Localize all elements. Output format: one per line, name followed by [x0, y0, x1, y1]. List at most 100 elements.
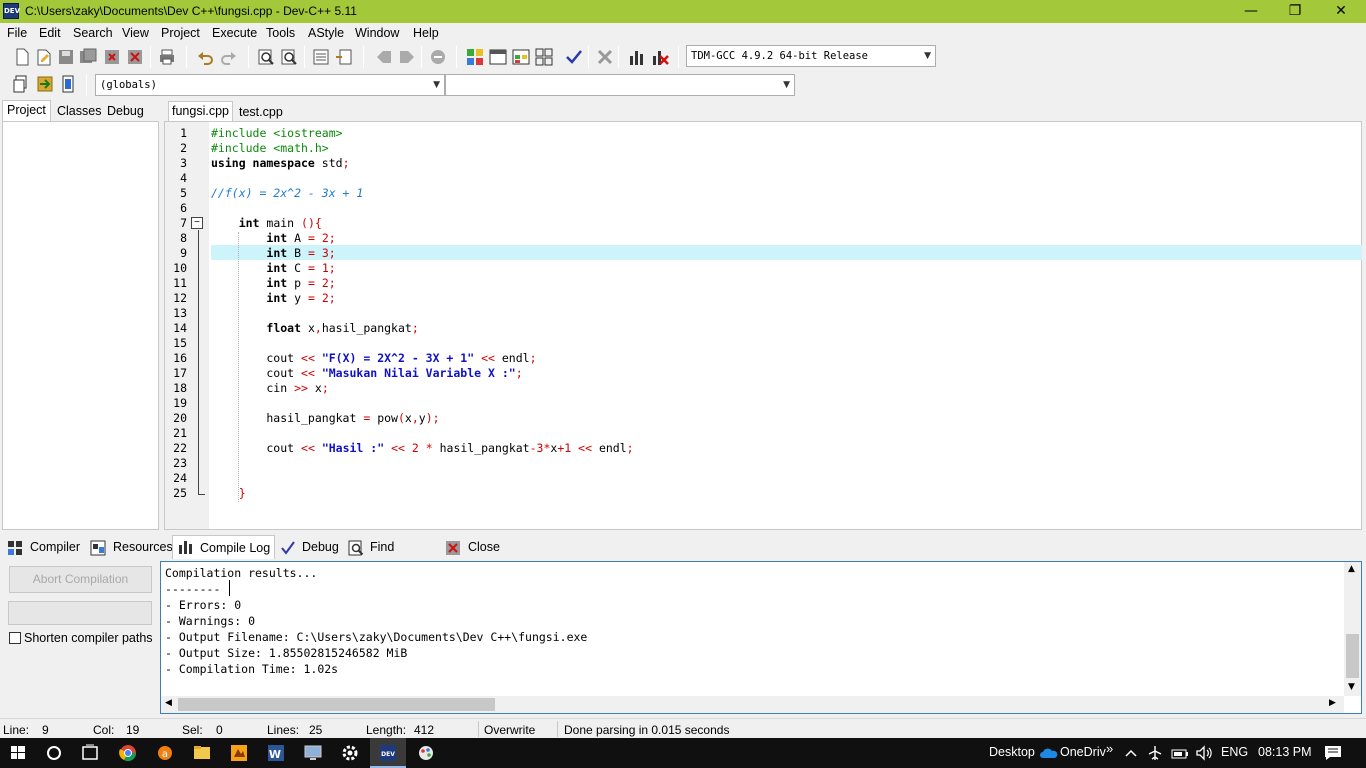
paint-icon[interactable]: [408, 738, 444, 768]
fold-toggle[interactable]: −: [191, 217, 203, 229]
tab-debug-bottom[interactable]: Debug: [280, 537, 340, 559]
close-file-icon[interactable]: [103, 48, 121, 66]
find-icon[interactable]: [257, 48, 275, 66]
redo-icon[interactable]: [220, 48, 238, 66]
remote-desktop-icon[interactable]: [295, 738, 331, 768]
tab-compiler[interactable]: Compiler: [7, 537, 83, 559]
unindent-icon[interactable]: [335, 48, 353, 66]
code-token: <<: [301, 441, 315, 455]
tab-fungsi-cpp[interactable]: fungsi.cpp: [168, 101, 233, 122]
airplane-mode-icon[interactable]: [1147, 745, 1163, 761]
taskbar-devcpp-active[interactable]: DEV: [370, 738, 406, 768]
delete-profile-icon[interactable]: [651, 48, 669, 66]
minimize-button[interactable]: —: [1228, 0, 1274, 23]
menu-execute[interactable]: Execute: [212, 26, 257, 40]
goto-declaration-icon[interactable]: [36, 75, 54, 93]
compile-log-output[interactable]: Compilation results... -------- - Errors…: [160, 561, 1362, 714]
show-hidden-icons-chevron-up-icon[interactable]: [1125, 747, 1137, 759]
status-line-label: Line:: [3, 723, 30, 737]
desktop-toolbar-label[interactable]: Desktop: [989, 745, 1035, 759]
start-button-icon[interactable]: [0, 738, 36, 768]
search-icon[interactable]: [36, 738, 72, 768]
code-token: hasil_pangkat: [321, 321, 412, 335]
close-button[interactable]: ✕: [1318, 0, 1364, 23]
menu-search[interactable]: Search: [73, 26, 113, 40]
member-select[interactable]: ▼: [445, 74, 795, 96]
print-icon[interactable]: [158, 48, 176, 66]
open-file-icon[interactable]: [35, 48, 53, 66]
menu-project[interactable]: Project: [161, 26, 200, 40]
log-vertical-scrollbar[interactable]: ▲ ▼: [1344, 562, 1361, 696]
compile-icon[interactable]: [466, 48, 484, 66]
code-token: float: [266, 321, 302, 335]
scroll-down-icon[interactable]: ▼: [1348, 682, 1355, 692]
compile-run-icon[interactable]: [512, 48, 530, 66]
syntax-check-icon[interactable]: [565, 48, 583, 66]
save-icon[interactable]: [57, 48, 75, 66]
line-number: 21: [173, 426, 187, 440]
tab-compile-log[interactable]: Compile Log: [172, 535, 275, 559]
save-all-icon[interactable]: [79, 48, 97, 66]
language-indicator[interactable]: ENG: [1221, 745, 1248, 759]
indent-icon[interactable]: [312, 48, 330, 66]
menu-file[interactable]: File: [7, 26, 27, 40]
menu-help[interactable]: Help: [413, 26, 439, 40]
code-token: =: [307, 231, 315, 245]
undo-icon[interactable]: [196, 48, 214, 66]
code-token: int: [266, 261, 288, 275]
toolbar-overflow[interactable]: »: [1106, 741, 1113, 756]
scope-select[interactable]: (globals) ▼: [95, 74, 445, 96]
code-token: *: [425, 441, 433, 455]
tab-find-results[interactable]: Find Results: [348, 537, 438, 574]
rebuild-icon[interactable]: [535, 48, 553, 66]
project-explorer[interactable]: [2, 121, 159, 530]
word-icon[interactable]: W: [258, 738, 294, 768]
profile-icon[interactable]: [628, 48, 646, 66]
abort-compilation-button[interactable]: Abort Compilation: [9, 566, 152, 593]
run-icon[interactable]: [489, 48, 507, 66]
chrome-icon[interactable]: [110, 738, 146, 768]
menu-edit[interactable]: Edit: [39, 26, 61, 40]
code-editor[interactable]: 1 2 3 4 5 6 7 8 9 10 11 12 13 14 15 16 17 18 19 20 21 22 23 24 2…: [164, 121, 1362, 530]
scrollbar-thumb[interactable]: [178, 698, 495, 711]
bookmark-icon[interactable]: [429, 48, 447, 66]
insert-icon[interactable]: [12, 75, 30, 93]
avast-icon[interactable]: a: [147, 738, 183, 768]
volume-icon[interactable]: [1195, 745, 1213, 761]
action-center-icon[interactable]: [1324, 745, 1342, 761]
maximize-button[interactable]: ❐: [1272, 0, 1318, 23]
media-app-icon[interactable]: [221, 738, 257, 768]
onedrive-icon[interactable]: [1040, 747, 1058, 759]
close-all-icon[interactable]: [126, 48, 144, 66]
settings-gear-icon[interactable]: [332, 738, 368, 768]
menu-astyle[interactable]: AStyle: [308, 26, 344, 40]
devcpp-icon: DEV: [380, 745, 396, 761]
battery-icon[interactable]: [1171, 746, 1189, 760]
log-horizontal-scrollbar[interactable]: ◀ ▶: [161, 696, 1344, 713]
goto-definition-icon[interactable]: [59, 75, 77, 93]
scroll-right-icon[interactable]: ▶: [1329, 698, 1336, 708]
task-view-icon[interactable]: [72, 738, 108, 768]
file-explorer-icon[interactable]: [184, 738, 220, 768]
new-file-icon[interactable]: [13, 48, 31, 66]
scrollbar-thumb[interactable]: [1346, 634, 1359, 678]
menu-view[interactable]: View: [122, 26, 149, 40]
menu-tools[interactable]: Tools: [266, 26, 295, 40]
shorten-paths-checkbox[interactable]: [9, 632, 21, 644]
scroll-left-icon[interactable]: ◀: [165, 698, 172, 708]
tab-project[interactable]: Project: [2, 100, 51, 122]
compiler-select[interactable]: TDM-GCC 4.9.2 64-bit Release ▼: [686, 45, 936, 67]
onedrive-toolbar-label[interactable]: OneDriv: [1060, 745, 1106, 759]
goto-forward-icon[interactable]: [398, 48, 416, 66]
status-lines-value: 25: [309, 723, 323, 737]
goto-back-icon[interactable]: [375, 48, 393, 66]
stop-execution-icon[interactable]: [596, 48, 614, 66]
tab-debug[interactable]: Debug: [103, 102, 148, 122]
tab-close[interactable]: Close: [445, 537, 500, 559]
tab-resources[interactable]: Resources: [90, 537, 173, 559]
replace-icon[interactable]: [280, 48, 298, 66]
scroll-up-icon[interactable]: ▲: [1348, 564, 1355, 574]
tab-classes[interactable]: Classes: [53, 102, 105, 122]
clock[interactable]: 08:13 PM: [1258, 745, 1312, 759]
menu-window[interactable]: Window: [355, 26, 399, 40]
